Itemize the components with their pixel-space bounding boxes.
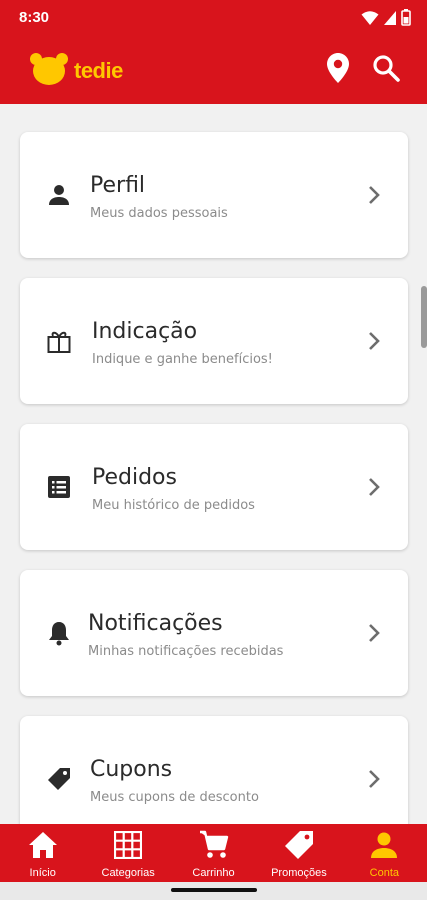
gesture-handle[interactable] [171,888,257,892]
bell-icon [46,620,72,646]
tag-icon [284,830,314,860]
menu-card-subtitle: Meus cupons de desconto [90,790,259,805]
nav-item-promocoes[interactable]: Promoções [256,824,341,882]
search-button[interactable] [371,54,401,86]
nav-label: Categorias [101,867,155,879]
nav-item-inicio[interactable]: Início [0,824,85,882]
menu-card-title: Cupons [90,757,173,782]
menu-card-subtitle: Indique e ganhe benefícios! [92,352,273,367]
nav-label: Carrinho [192,867,235,879]
menu-card-notificacoes[interactable]: Notificações Minhas notificações recebid… [20,570,408,696]
menu-card-title: Perfil [90,173,146,198]
signal-icon [383,10,397,30]
location-pin-icon [327,53,349,87]
menu-card-subtitle: Meu histórico de pedidos [92,498,255,513]
status-icons [361,9,411,30]
home-icon [28,830,58,860]
menu-card-pedidos[interactable]: Pedidos Meu histórico de pedidos [20,424,408,550]
nav-item-conta[interactable]: Conta [342,824,427,882]
menu-card-title: Indicação [92,319,198,344]
status-bar: 8:30 [0,0,427,36]
logo-text: tedie [74,58,123,83]
account-menu: Perfil Meus dados pessoais Indicação Ind… [0,104,427,824]
menu-card-subtitle: Meus dados pessoais [90,206,228,221]
menu-card-title: Notificações [88,611,223,636]
chevron-right-icon [366,621,382,645]
nav-item-categorias[interactable]: Categorias [85,824,170,882]
nav-label: Conta [369,867,399,879]
chevron-right-icon [366,767,382,791]
app-logo[interactable]: tedie [30,52,123,90]
person-icon [46,182,72,208]
nav-label: Início [29,867,56,879]
chevron-right-icon [366,329,382,353]
wifi-icon [361,10,379,30]
menu-card-title: Pedidos [92,465,177,490]
tag-icon [46,766,72,792]
gesture-area [0,882,427,900]
menu-card-indicacao[interactable]: Indicação Indique e ganhe benefícios! [20,278,408,404]
bear-logo-icon [30,52,68,90]
battery-icon [401,9,411,30]
chevron-right-icon [366,475,382,499]
search-icon [372,54,400,86]
scrollbar-thumb[interactable] [421,286,427,348]
grid-icon [113,830,143,860]
list-icon [46,474,72,500]
app-bar-actions [323,53,401,87]
app-bar: tedie [0,36,427,104]
nav-label: Promoções [271,867,327,879]
gift-icon [46,328,72,354]
chevron-right-icon [366,183,382,207]
status-time: 8:30 [19,9,50,26]
location-button[interactable] [323,53,353,87]
person-icon [369,830,399,860]
menu-card-subtitle: Minhas notificações recebidas [88,644,284,659]
nav-item-carrinho[interactable]: Carrinho [171,824,256,882]
menu-card-perfil[interactable]: Perfil Meus dados pessoais [20,132,408,258]
cart-icon [199,830,229,860]
menu-card-cupons[interactable]: Cupons Meus cupons de desconto [20,716,408,824]
bottom-navigation: Início Categorias Carrinho Promoções Con… [0,824,427,882]
